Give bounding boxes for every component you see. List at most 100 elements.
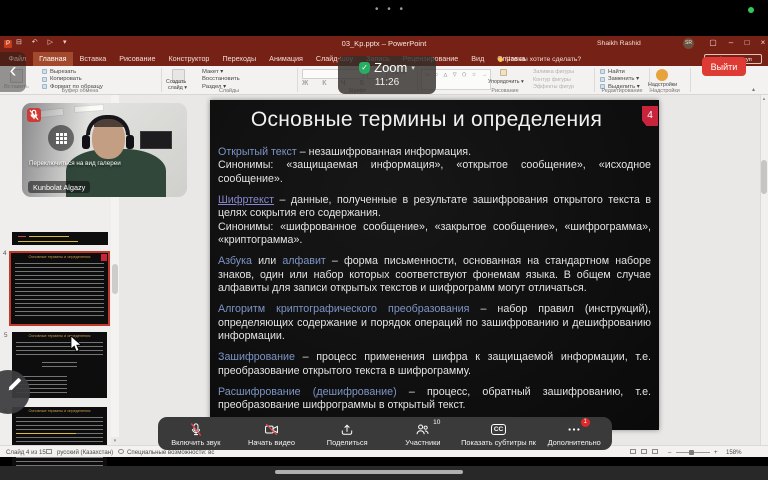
group-divider	[161, 68, 162, 92]
arrange-icon	[500, 69, 507, 76]
meeting-brand: Zoom	[374, 60, 407, 75]
collapse-panel-arrow[interactable]: ‹	[0, 52, 26, 92]
slide-paragraph: Шифртекст – данные, полученные в результ…	[218, 194, 651, 248]
zoom-out-button[interactable]: –	[668, 449, 671, 456]
slide-paragraph: Азбука или алфавит – форма письменности,…	[218, 255, 651, 295]
tab-рисование[interactable]: Рисование	[113, 52, 162, 66]
slide-text-segment: Алгоритм криптографического преобразован…	[218, 303, 469, 315]
toolbar-more-button[interactable]: 1Дополнительно	[536, 417, 612, 450]
app-switcher-dots-icon[interactable]: • • •	[375, 4, 406, 15]
gallery-view-button[interactable]	[48, 125, 74, 151]
zoom-percent[interactable]: 158%	[726, 449, 742, 456]
mouse-cursor	[70, 336, 84, 354]
toolbar-button-label: Включить звук	[171, 438, 220, 447]
meeting-toolbar: Включить звук Начать видео Поделиться 10Уча…	[158, 417, 612, 450]
toolbar-button-label: Поделиться	[327, 438, 368, 447]
slide-canvas: 4 Основные термины и определения Открыты…	[210, 100, 659, 430]
captions-icon: CC	[490, 422, 507, 437]
slides-group-label: Слайды	[163, 88, 295, 94]
minimize-icon[interactable]: –	[724, 38, 738, 47]
close-icon[interactable]: ×	[756, 38, 768, 47]
replace-icon	[600, 77, 605, 82]
document-scrollbar-thumb[interactable]	[761, 160, 767, 194]
participants-icon: 10	[414, 422, 431, 437]
tab-переходы[interactable]: Переходы	[216, 52, 263, 66]
slide-text-segment: Шифртекст	[218, 194, 274, 206]
home-indicator[interactable]	[275, 470, 463, 474]
cut-button[interactable]: Вырезать	[50, 69, 76, 75]
tab-вставка[interactable]: Вставка	[73, 52, 113, 66]
slide-paragraph: Расшифрование (дешифрование) – процесс, …	[218, 386, 651, 413]
tab-главная[interactable]: Главная	[33, 52, 73, 66]
mic-off-icon	[187, 422, 204, 437]
zoom-in-button[interactable]: +	[714, 449, 718, 456]
document-scrollbar[interactable]	[760, 95, 768, 445]
find-button[interactable]: Найти	[608, 69, 625, 75]
arrange-button[interactable]: Упорядочить ▾	[488, 79, 524, 85]
slide-thumbnail-3-partial[interactable]	[12, 232, 108, 245]
meeting-time: 11:26	[338, 77, 436, 88]
slide-body: Открытый текст – незашифрованная информа…	[218, 146, 651, 420]
leave-meeting-button[interactable]: Выйти	[702, 57, 746, 76]
accessibility-icon	[118, 449, 124, 454]
toolbar-participants-button[interactable]: 10Участники	[385, 417, 461, 450]
toolbar-share-screen-button[interactable]: Поделиться	[309, 417, 385, 450]
toolbar-button-label: Начать видео	[248, 438, 295, 447]
slide-text-segment: – данные, полученные в результате зашифр…	[218, 194, 651, 219]
lightbulb-icon	[498, 57, 503, 62]
notes-icon[interactable]	[46, 449, 52, 454]
panel-scroll-down-icon[interactable]: ▾	[111, 437, 119, 445]
more-icon: 1	[566, 422, 583, 437]
restore-icon[interactable]: □	[740, 38, 754, 47]
find-icon	[600, 69, 605, 74]
toolbar-captions-button[interactable]: CCПоказать субтитры пк	[461, 417, 537, 450]
slide-text-segment: Открытый текст	[218, 146, 297, 158]
scroll-up-icon[interactable]: ▴	[760, 95, 768, 104]
toolbar-mic-off-button[interactable]: Включить звук	[158, 417, 234, 450]
toolbar-camera-off-button[interactable]: Начать видео	[234, 417, 310, 450]
reset-button[interactable]: Восстановить	[202, 76, 240, 82]
bottom-dock	[0, 466, 768, 480]
screen: • • • P ⊟ ↶ ▷ ▾ 03_Kp.pptx – PowerPoint …	[0, 0, 768, 480]
slide-paragraph: Зашифрование – процесс применения шифра …	[218, 351, 651, 378]
zoom-slider-knob[interactable]	[689, 450, 694, 455]
slide-text-segment: Азбука	[218, 255, 252, 267]
powerpoint-window: P ⊟ ↶ ▷ ▾ 03_Kp.pptx – PowerPoint Shaikh…	[0, 36, 768, 457]
slide-number-badge: 4	[642, 106, 658, 126]
muted-mic-icon	[27, 108, 41, 122]
shape-outline-button[interactable]: Контур фигуры	[533, 77, 571, 83]
copy-button[interactable]: Копировать	[50, 76, 82, 82]
drawing-group-label: Рисование	[419, 88, 591, 94]
slide-sorter-view-icon[interactable]	[641, 449, 647, 454]
slideshow-view-icon[interactable]	[652, 449, 658, 454]
slide-text-segment: или	[252, 255, 282, 267]
toolbar-button-label: Участники	[405, 438, 440, 447]
chevron-down-icon: ▾	[411, 64, 415, 72]
tab-вид[interactable]: Вид	[465, 52, 491, 66]
participant-video-tile[interactable]: Переключиться на вид галереи Kunbolat Al…	[22, 103, 187, 197]
replace-button[interactable]: Заменить ▾	[608, 76, 639, 82]
ribbon-display-options-icon[interactable]: ▢	[706, 38, 720, 47]
tab-анимация[interactable]: Анимация	[263, 52, 310, 66]
account-name[interactable]: Shaikh Rashid	[597, 40, 641, 47]
collapse-ribbon-icon[interactable]: ▴	[752, 86, 755, 93]
layout-button[interactable]: Макет ▾	[202, 69, 223, 75]
tell-me-box[interactable]: Что вы хотите сделать?	[498, 52, 581, 66]
avatar[interactable]: SR	[683, 38, 694, 49]
slide-paragraph: Открытый текст – незашифрованная информа…	[218, 146, 651, 186]
slide-thumbnail-4[interactable]: Основные термины и определения	[11, 253, 108, 324]
slide-title: Основные термины и определения	[220, 108, 633, 132]
editing-group-label: Редактирование	[596, 88, 648, 94]
panel-scrollbar-thumb[interactable]	[112, 264, 118, 294]
group-divider	[594, 68, 595, 92]
participant-name-label: Kunbolat Algazy	[28, 181, 90, 193]
meeting-info-pill[interactable]: ✓ Zoom ▾ 11:26	[338, 56, 436, 94]
shape-fill-button[interactable]: Заливка фигуры	[533, 69, 574, 75]
tab-конструктор[interactable]: Конструктор	[162, 52, 216, 66]
thumbnail-number: 4	[3, 250, 7, 257]
normal-view-icon[interactable]	[630, 449, 636, 454]
zoom-shield-icon: ✓	[359, 62, 370, 74]
gallery-view-hint: Переключиться на вид галереи	[29, 160, 121, 167]
share-screen-icon	[339, 422, 356, 437]
language-status[interactable]: русский (Казахстан)	[57, 449, 113, 456]
